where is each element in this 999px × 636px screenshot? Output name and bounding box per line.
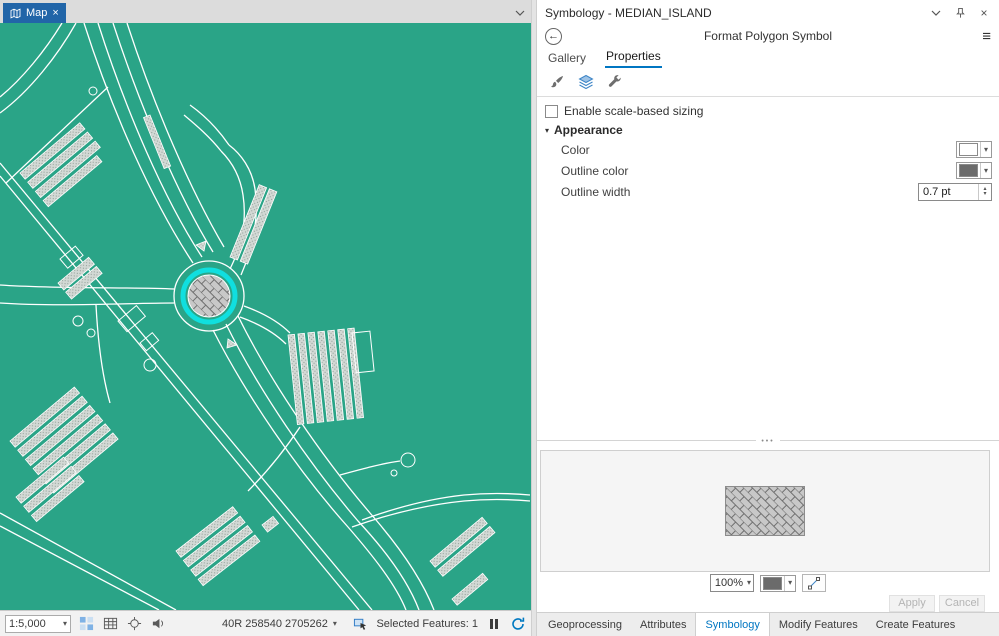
- tab-gallery[interactable]: Gallery: [547, 49, 587, 68]
- splitter-dots-icon: •••: [756, 437, 780, 445]
- symbology-pane: Symbology - MEDIAN_ISLAND × ← Format Pol…: [537, 0, 999, 636]
- pane-sub-header: ← Format Polygon Symbol ≡: [537, 26, 999, 46]
- preview-splitter-handle[interactable]: •••: [537, 436, 999, 446]
- appearance-section-label: Appearance: [554, 123, 623, 137]
- dropdown-arrow-icon: ▾: [979, 163, 991, 178]
- map-view-tab[interactable]: Map ×: [3, 3, 66, 23]
- preview-controls: 100% ▾ ▾: [537, 572, 999, 594]
- map-tab-label: Map: [26, 7, 48, 19]
- pane-menu-icon[interactable]: ≡: [982, 28, 991, 45]
- map-tab-bar: Map ×: [0, 0, 531, 23]
- outline-color-row: Outline color ▾: [537, 160, 999, 181]
- crosshair-icon[interactable]: [126, 615, 143, 632]
- symbol-preview-area: [540, 450, 990, 572]
- arcgis-window: Map × 1:5,000 ▾ 40R 258540 2705262 ▾ Sel…: [0, 0, 999, 636]
- tab-attributes[interactable]: Attributes: [631, 613, 695, 636]
- map-roundabout-selected-feature[interactable]: [173, 260, 245, 332]
- outline-width-row: Outline width 0.7 pt ▴ ▾: [537, 181, 999, 202]
- preview-zoom-combo[interactable]: 100% ▾: [709, 574, 755, 592]
- dropdown-arrow-icon: ▾: [747, 578, 752, 587]
- pause-drawing-icon[interactable]: [485, 615, 502, 632]
- refresh-icon[interactable]: [509, 615, 526, 632]
- tab-modify-features[interactable]: Modify Features: [770, 613, 867, 636]
- dropdown-arrow-icon: ▾: [979, 142, 991, 157]
- cancel-button[interactable]: Cancel: [939, 594, 985, 612]
- symbol-edit-icon-tabs: [537, 68, 999, 97]
- close-pane-icon[interactable]: ×: [977, 6, 991, 20]
- symbol-preview-swatch: [725, 486, 805, 536]
- outline-color-label: Outline color: [561, 163, 629, 178]
- action-buttons: Apply Cancel: [537, 594, 999, 612]
- symbol-tab-icon[interactable]: [545, 71, 569, 93]
- pin-icon[interactable]: [953, 6, 967, 20]
- pane-subtitle: Format Polygon Symbol: [703, 29, 833, 43]
- pane-chevron-down-icon[interactable]: [929, 6, 943, 20]
- map-scale-combo[interactable]: 1:5,000 ▾: [5, 614, 71, 633]
- outline-color-picker[interactable]: ▾: [955, 162, 992, 179]
- appearance-section-header[interactable]: ▾ Appearance: [537, 121, 999, 139]
- map-panel: Map × 1:5,000 ▾ 40R 258540 2705262 ▾ Sel…: [0, 0, 531, 636]
- close-map-tab-icon[interactable]: ×: [52, 7, 58, 19]
- spinner-arrows[interactable]: ▴ ▾: [978, 183, 991, 200]
- preview-background-picker[interactable]: ▾: [760, 574, 797, 592]
- map-status-bar: 1:5,000 ▾ 40R 258540 2705262 ▾ Selected …: [0, 610, 531, 636]
- tab-list-chevron-icon[interactable]: [515, 5, 525, 19]
- color-row: Color ▾: [537, 139, 999, 160]
- map-view[interactable]: [0, 22, 531, 611]
- pane-empty-space: [537, 202, 999, 436]
- selected-features-icon: [352, 615, 369, 632]
- selected-features-status[interactable]: Selected Features: 1: [376, 618, 478, 630]
- map-coordinates[interactable]: 40R 258540 2705262 ▾: [222, 618, 337, 630]
- section-expander-icon: ▾: [545, 125, 550, 135]
- coordinates-value: 40R 258540 2705262: [222, 617, 328, 630]
- outline-color-swatch: [958, 164, 978, 177]
- dropdown-arrow-icon: ▾: [784, 575, 795, 591]
- select-tool-icon[interactable]: [78, 615, 95, 632]
- selected-features-label: Selected Features:: [376, 617, 469, 630]
- scale-based-sizing-label: Enable scale-based sizing: [564, 104, 704, 118]
- outline-width-input[interactable]: 0.7 pt ▴ ▾: [918, 182, 992, 201]
- apply-button[interactable]: Apply: [889, 594, 935, 612]
- color-swatch: [958, 143, 978, 156]
- spinner-down-icon[interactable]: ▾: [983, 191, 986, 197]
- pane-title-bar: Symbology - MEDIAN_ISLAND ×: [537, 0, 999, 26]
- tab-create-features[interactable]: Create Features: [867, 613, 964, 636]
- structure-tab-wrench-icon[interactable]: [603, 71, 627, 93]
- preview-edit-symbol-button[interactable]: [802, 574, 827, 592]
- color-picker[interactable]: ▾: [955, 141, 992, 158]
- back-button[interactable]: ←: [545, 27, 562, 45]
- outline-width-value: 0.7 pt: [923, 185, 951, 198]
- pane-title: Symbology - MEDIAN_ISLAND: [545, 6, 712, 20]
- tab-geoprocessing[interactable]: Geoprocessing: [539, 613, 631, 636]
- map-icon: [10, 8, 21, 19]
- outline-width-label: Outline width: [561, 184, 631, 199]
- preview-background-swatch: [763, 576, 783, 590]
- audio-icon[interactable]: [150, 615, 167, 632]
- symbology-tabs: Gallery Properties: [537, 46, 999, 68]
- chevron-down-icon: ▾: [332, 618, 337, 628]
- scale-based-sizing-row: Enable scale-based sizing: [537, 103, 999, 119]
- dropdown-arrow-icon: ▾: [62, 618, 67, 628]
- color-label: Color: [561, 142, 590, 157]
- scale-based-sizing-checkbox[interactable]: [545, 104, 558, 118]
- attribute-table-icon[interactable]: [102, 615, 119, 632]
- tab-symbology[interactable]: Symbology: [695, 613, 770, 636]
- selected-features-count: 1: [471, 617, 478, 630]
- map-scale-value: 1:5,000: [9, 617, 46, 630]
- tab-properties[interactable]: Properties: [605, 47, 662, 68]
- pane-bottom-tabs: Geoprocessing Attributes Symbology Modif…: [537, 612, 999, 636]
- layers-tab-icon[interactable]: [574, 71, 598, 93]
- preview-zoom-value: 100%: [714, 577, 744, 589]
